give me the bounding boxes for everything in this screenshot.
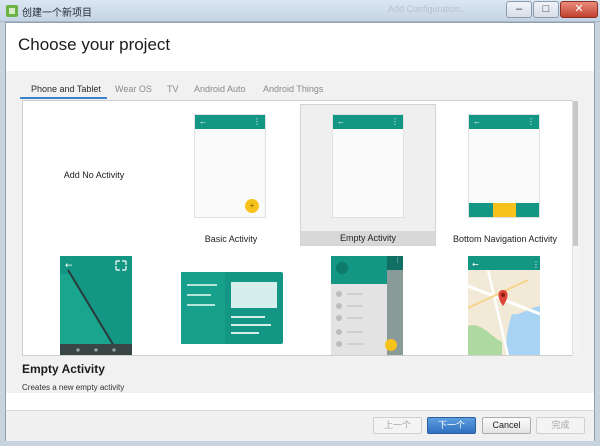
- svg-text:⋮: ⋮: [395, 257, 401, 264]
- selected-nav-item: [493, 203, 516, 217]
- template-master-detail-flow[interactable]: [163, 251, 299, 355]
- maximize-button[interactable]: □: [533, 1, 559, 18]
- title-bar: 创建一个新项目 Add Configuration... – □ ✕: [0, 0, 600, 22]
- app-bar: ← ⋮: [195, 115, 265, 129]
- template-label: Basic Activity: [204, 234, 258, 244]
- template-label: Add No Activity: [63, 170, 125, 180]
- tab-android-auto[interactable]: Android Auto: [194, 84, 246, 94]
- bottom-navigation-preview-icon: ← ⋮: [468, 114, 540, 218]
- template-gallery: Add No Activity ← ⋮ + Basic Activity ← ⋮: [22, 100, 579, 356]
- master-detail-preview-icon: [181, 272, 283, 344]
- cancel-button[interactable]: Cancel: [482, 417, 531, 434]
- template-google-maps-activity[interactable]: ← ⋮: [437, 251, 573, 355]
- template-add-no-activity[interactable]: Add No Activity: [26, 104, 162, 246]
- template-label: Empty Activity: [339, 233, 396, 243]
- selected-template-description: Creates a new empty activity: [22, 383, 125, 392]
- finish-button[interactable]: 完成: [536, 417, 585, 434]
- app-bar: ← ⋮: [469, 115, 539, 129]
- dialog-header: Choose your project: [6, 23, 594, 71]
- app-bar: ← ⋮: [333, 115, 403, 129]
- maximize-icon: □: [542, 3, 550, 15]
- fab-icon: +: [245, 199, 259, 213]
- svg-text:←: ←: [472, 260, 479, 269]
- minimize-icon: –: [515, 3, 523, 15]
- close-button[interactable]: ✕: [560, 1, 598, 18]
- overflow-menu-icon: ⋮: [527, 117, 535, 126]
- template-fullscreen-activity[interactable]: ←: [26, 251, 162, 355]
- overflow-menu-icon: ⋮: [391, 117, 399, 126]
- back-arrow-icon: ←: [199, 117, 207, 126]
- selected-template-title: Empty Activity: [22, 362, 105, 376]
- basic-activity-preview-icon: ← ⋮ +: [194, 114, 266, 218]
- minimize-button[interactable]: –: [506, 1, 532, 18]
- back-arrow-icon: ←: [473, 117, 481, 126]
- svg-text:⋮: ⋮: [532, 260, 540, 269]
- template-bottom-navigation-activity[interactable]: ← ⋮ Bottom Navigation Activity: [437, 104, 573, 246]
- template-label: Bottom Navigation Activity: [452, 234, 558, 244]
- background-window-title: Add Configuration...: [388, 4, 468, 14]
- navigation-drawer-preview-icon: ⋮: [331, 256, 403, 355]
- template-empty-activity[interactable]: ← ⋮ Empty Activity: [300, 104, 436, 246]
- overflow-menu-icon: ⋮: [253, 117, 261, 126]
- close-icon: ✕: [574, 3, 584, 15]
- google-maps-preview-icon: ← ⋮: [468, 256, 540, 355]
- tab-phone-and-tablet[interactable]: Phone and Tablet: [31, 84, 101, 94]
- tab-tv[interactable]: TV: [167, 84, 179, 94]
- active-tab-indicator: [20, 97, 107, 99]
- new-project-dialog: Choose your project Phone and Tablet Wea…: [5, 22, 595, 441]
- gallery-scrollbar-thumb[interactable]: [573, 101, 578, 246]
- svg-text:←: ←: [65, 261, 73, 271]
- bottom-navigation-bar: [469, 203, 539, 217]
- tab-android-things[interactable]: Android Things: [263, 84, 323, 94]
- page-title: Choose your project: [18, 35, 171, 54]
- template-basic-activity[interactable]: ← ⋮ + Basic Activity: [163, 104, 299, 246]
- next-button[interactable]: 下一个: [427, 417, 476, 434]
- back-arrow-icon: ←: [337, 117, 345, 126]
- template-navigation-drawer-activity[interactable]: ⋮: [300, 251, 436, 355]
- tab-wear-os[interactable]: Wear OS: [115, 84, 152, 94]
- empty-activity-preview-icon: ← ⋮: [332, 114, 404, 218]
- fullscreen-activity-preview-icon: ←: [60, 256, 132, 355]
- android-studio-icon: [6, 5, 18, 17]
- previous-button[interactable]: 上一个: [373, 417, 422, 434]
- window-title: 创建一个新项目: [22, 8, 92, 19]
